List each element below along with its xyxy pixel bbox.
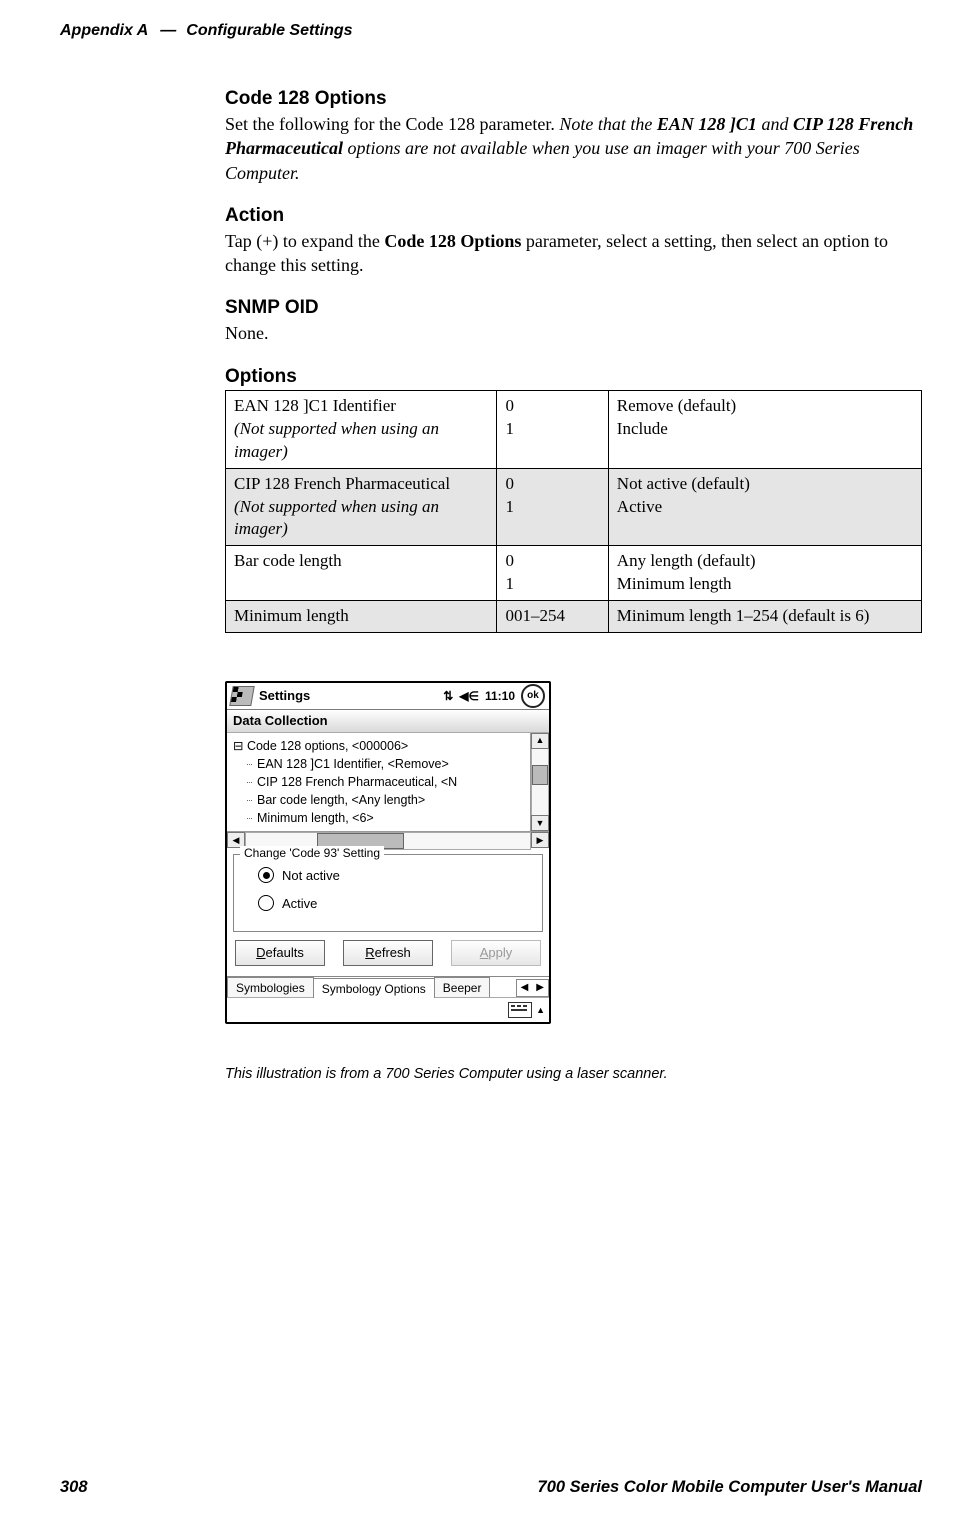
header-appendix: Appendix A	[60, 22, 148, 40]
opt-desc: Minimum length 1–254 (default is 6)	[608, 601, 921, 633]
tab-beeper[interactable]: Beeper	[434, 977, 491, 997]
table-row: Minimum length 001–254 Minimum length 1–…	[226, 601, 922, 633]
radio-active[interactable]: Active	[258, 895, 534, 911]
opt-codes: 0 1	[497, 468, 608, 546]
tree-leaf-label: Minimum length, <6>	[257, 811, 374, 825]
content-area: Code 128 Options Set the following for t…	[225, 88, 922, 1082]
refresh-rest: efresh	[375, 945, 411, 960]
table-row: CIP 128 French Pharmaceutical (Not suppo…	[226, 468, 922, 546]
opt-name-l1: CIP 128 French Pharmaceutical	[234, 474, 450, 493]
tree-leaf-label: CIP 128 French Pharmaceutical, <N	[257, 775, 457, 789]
header-title: Configurable Settings	[186, 22, 352, 40]
opt-name-l2: (Not supported when using an imager)	[234, 419, 439, 461]
intro-italic-b1: EAN 128 ]C1	[657, 114, 757, 134]
tree-leaf[interactable]: Minimum length, <6>	[247, 809, 526, 827]
scroll-thumb[interactable]	[532, 765, 548, 785]
footer-manual-title: 700 Series Color Mobile Computer User's …	[538, 1478, 922, 1497]
section-intro: Set the following for the Code 128 param…	[225, 112, 922, 185]
tab-symbologies[interactable]: Symbologies	[227, 977, 314, 997]
section-heading-code128: Code 128 Options	[225, 88, 922, 110]
apply-button: Apply	[451, 940, 541, 966]
pda-titlebar-right: ⇅ ◀∈ 11:10 ok	[443, 684, 545, 708]
page: Appendix A — Configurable Settings Code …	[0, 0, 978, 1521]
chevron-right-icon[interactable]: ▶	[532, 980, 548, 996]
opt-codes: 0 1	[497, 546, 608, 601]
opt-name: Minimum length	[226, 601, 497, 633]
tree-leaf-label: Bar code length, <Any length>	[257, 793, 425, 807]
tab-spinner[interactable]: ◀▶	[516, 979, 549, 997]
opt-name: EAN 128 ]C1 Identifier (Not supported wh…	[226, 390, 497, 468]
change-setting-group: Change 'Code 93' Setting Not active Acti…	[233, 854, 543, 932]
intro-italic-mid: and	[757, 114, 793, 134]
running-header: Appendix A — Configurable Settings	[60, 22, 922, 40]
refresh-button[interactable]: Refresh	[343, 940, 433, 966]
signal-icon: ⇅	[443, 689, 453, 703]
tab-symbology-options[interactable]: Symbology Options	[313, 978, 435, 998]
running-footer: 308 700 Series Color Mobile Computer Use…	[60, 1478, 922, 1497]
action-text-pre: Tap (+) to expand the	[225, 231, 384, 251]
button-row: Defaults Refresh Apply	[227, 940, 549, 976]
speaker-icon[interactable]: ◀∈	[459, 689, 479, 703]
opt-codes: 0 1	[497, 390, 608, 468]
tree-leaf-label: EAN 128 ]C1 Identifier, <Remove>	[257, 757, 449, 771]
pda-bottombar: ▲	[227, 997, 549, 1022]
opt-desc: Not active (default) Active	[608, 468, 921, 546]
radio-not-active[interactable]: Not active	[258, 867, 534, 883]
start-icon[interactable]	[229, 686, 255, 706]
radio-label: Active	[282, 896, 317, 912]
scroll-track[interactable]	[531, 749, 549, 816]
tree-leaf[interactable]: EAN 128 ]C1 Identifier, <Remove>	[247, 755, 526, 773]
table-row: EAN 128 ]C1 Identifier (Not supported wh…	[226, 390, 922, 468]
pda-title: Settings	[259, 688, 443, 704]
radio-icon	[258, 895, 274, 911]
opt-desc: Any length (default) Minimum length	[608, 546, 921, 601]
ok-label: ok	[527, 690, 539, 702]
apply-rest: pply	[488, 945, 512, 960]
opt-codes: 001–254	[497, 601, 608, 633]
tree-leaf[interactable]: Bar code length, <Any length>	[247, 791, 526, 809]
snmp-text: None.	[225, 321, 922, 345]
tree-view[interactable]: Code 128 options, <000006> EAN 128 ]C1 I…	[227, 733, 530, 832]
header-dash: —	[160, 22, 176, 40]
section-heading-options: Options	[225, 366, 922, 388]
tab-strip: Symbologies Symbology Options Beeper ◀▶	[227, 976, 549, 997]
intro-plain: Set the following for the Code 128 param…	[225, 114, 559, 134]
opt-name-l2: (Not supported when using an imager)	[234, 497, 439, 539]
radio-label: Not active	[282, 868, 340, 884]
opt-desc: Remove (default) Include	[608, 390, 921, 468]
tree-root-label: Code 128 options, <000006>	[247, 739, 408, 753]
pda-illustration: Settings ⇅ ◀∈ 11:10 ok Data Collection C…	[225, 681, 551, 1024]
defaults-button[interactable]: Defaults	[235, 940, 325, 966]
action-text: Tap (+) to expand the Code 128 Options p…	[225, 229, 922, 278]
pda-clock: 11:10	[485, 689, 515, 703]
defaults-rest: efaults	[266, 945, 304, 960]
opt-name: Bar code length	[226, 546, 497, 601]
ok-button[interactable]: ok	[521, 684, 545, 708]
footer-page-number: 308	[60, 1478, 88, 1497]
opt-name-l1: EAN 128 ]C1 Identifier	[234, 396, 396, 415]
opt-name: CIP 128 French Pharmaceutical (Not suppo…	[226, 468, 497, 546]
radio-icon	[258, 867, 274, 883]
options-table: EAN 128 ]C1 Identifier (Not supported wh…	[225, 390, 922, 633]
pda-subtitle: Data Collection	[227, 710, 549, 733]
action-text-bold: Code 128 Options	[384, 231, 521, 251]
pda-body: Code 128 options, <000006> EAN 128 ]C1 I…	[227, 733, 549, 1023]
intro-italic-pre: Note that the	[559, 114, 657, 134]
group-legend: Change 'Code 93' Setting	[240, 846, 384, 860]
scroll-up-icon[interactable]: ▲	[531, 733, 549, 749]
scroll-right-icon[interactable]: ▶	[531, 832, 549, 848]
keyboard-icon[interactable]	[508, 1002, 532, 1018]
chevron-up-icon[interactable]: ▲	[536, 1005, 545, 1016]
section-heading-action: Action	[225, 205, 922, 227]
tree-leaf[interactable]: CIP 128 French Pharmaceutical, <N	[247, 773, 526, 791]
chevron-left-icon[interactable]: ◀	[517, 980, 533, 996]
illustration-caption: This illustration is from a 700 Series C…	[225, 1066, 922, 1082]
vertical-scrollbar[interactable]: ▲ ▼	[530, 733, 549, 832]
tree-root[interactable]: Code 128 options, <000006>	[233, 737, 526, 755]
table-row: Bar code length 0 1 Any length (default)…	[226, 546, 922, 601]
tree-wrap: Code 128 options, <000006> EAN 128 ]C1 I…	[227, 733, 549, 832]
pda-titlebar: Settings ⇅ ◀∈ 11:10 ok	[227, 683, 549, 710]
section-heading-snmp: SNMP OID	[225, 297, 922, 319]
scroll-down-icon[interactable]: ▼	[531, 815, 549, 831]
